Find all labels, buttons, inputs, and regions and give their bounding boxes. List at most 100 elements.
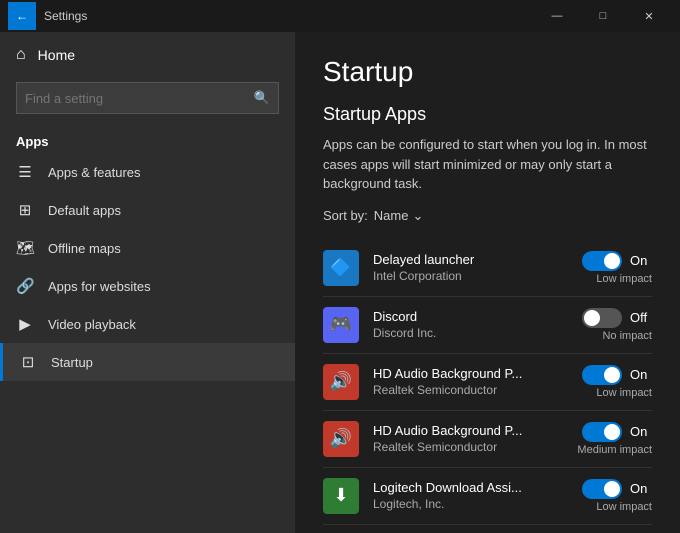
sort-by-label: Sort by: xyxy=(323,208,368,223)
video-playback-label: Video playback xyxy=(48,317,136,332)
app-info: Discord Discord Inc. xyxy=(373,309,552,340)
app-toggle-area: On Low impact xyxy=(552,365,652,399)
search-box[interactable]: 🔍 xyxy=(16,82,279,114)
home-label: Home xyxy=(38,47,75,63)
app-row: 🔊 HD Audio Background P... Realtek Semic… xyxy=(323,411,652,468)
app-info: HD Audio Background P... Realtek Semicon… xyxy=(373,366,552,397)
toggle-switch[interactable] xyxy=(582,365,622,385)
video-playback-icon: ▶ xyxy=(16,315,34,333)
sidebar-item-default-apps[interactable]: ⊞ Default apps xyxy=(0,191,295,229)
app-name: Logitech Download Assi... xyxy=(373,480,552,495)
toggle-switch[interactable] xyxy=(582,422,622,442)
sidebar: ⌂ Home 🔍 Apps ☰ Apps & features ⊞ Defaul… xyxy=(0,32,295,533)
app-toggle-area: On Low impact xyxy=(552,251,652,285)
search-input[interactable] xyxy=(25,91,254,106)
app-icon: 🔊 xyxy=(323,421,359,457)
section-title: Startup Apps xyxy=(323,104,652,125)
sidebar-item-offline-maps[interactable]: 🗺 Offline maps xyxy=(0,229,295,267)
apps-websites-label: Apps for websites xyxy=(48,279,151,294)
toggle-row: On xyxy=(582,251,652,271)
impact-label: No impact xyxy=(602,330,652,342)
toggle-thumb xyxy=(584,310,600,326)
toggle-switch[interactable] xyxy=(582,308,622,328)
sidebar-item-apps-features[interactable]: ☰ Apps & features xyxy=(0,153,295,191)
app-row: 🔷 Delayed launcher Intel Corporation On … xyxy=(323,240,652,297)
sidebar-item-apps-websites[interactable]: 🔗 Apps for websites xyxy=(0,267,295,305)
description-text: Apps can be configured to start when you… xyxy=(323,135,652,194)
sidebar-item-home[interactable]: ⌂ Home xyxy=(0,32,295,78)
app-company: Logitech, Inc. xyxy=(373,497,552,511)
back-button[interactable]: ← xyxy=(8,2,36,30)
app-company: Realtek Semiconductor xyxy=(373,440,552,454)
app-company: Realtek Semiconductor xyxy=(373,383,552,397)
toggle-row: On xyxy=(582,479,652,499)
sort-value: Name xyxy=(374,208,409,223)
app-name: Discord xyxy=(373,309,552,324)
apps-features-label: Apps & features xyxy=(48,165,141,180)
content-pane: Startup Startup Apps Apps can be configu… xyxy=(295,32,680,533)
window-controls: — □ ✕ xyxy=(534,0,672,32)
offline-maps-icon: 🗺 xyxy=(16,239,34,257)
app-row: ⬇ Logitech Download Assi... Logitech, In… xyxy=(323,468,652,525)
toggle-thumb xyxy=(604,481,620,497)
app-icon: ⬇ xyxy=(323,478,359,514)
app-info: Delayed launcher Intel Corporation xyxy=(373,252,552,283)
app-info: Logitech Download Assi... Logitech, Inc. xyxy=(373,480,552,511)
toggle-switch[interactable] xyxy=(582,251,622,271)
toggle-thumb xyxy=(604,424,620,440)
app-list: 🔷 Delayed launcher Intel Corporation On … xyxy=(323,240,652,533)
impact-label: Low impact xyxy=(596,273,652,285)
page-title: Startup xyxy=(323,56,652,88)
apps-websites-icon: 🔗 xyxy=(16,277,34,295)
minimize-button[interactable]: — xyxy=(534,0,580,32)
sort-chevron-icon: ⌄ xyxy=(412,208,423,224)
toggle-label: On xyxy=(630,367,652,382)
main-layout: ⌂ Home 🔍 Apps ☰ Apps & features ⊞ Defaul… xyxy=(0,32,680,533)
app-row: 🔊 HD Audio Background P... Realtek Semic… xyxy=(323,354,652,411)
app-name: HD Audio Background P... xyxy=(373,366,552,381)
app-row: ☁ Microsoft OneDrive Off xyxy=(323,525,652,533)
app-toggle-area: On Medium impact xyxy=(552,422,652,456)
startup-label: Startup xyxy=(51,355,93,370)
impact-label: Low impact xyxy=(596,387,652,399)
default-apps-label: Default apps xyxy=(48,203,121,218)
apps-section-label: Apps xyxy=(0,126,295,153)
impact-label: Low impact xyxy=(596,501,652,513)
toggle-switch[interactable] xyxy=(582,479,622,499)
maximize-button[interactable]: □ xyxy=(580,0,626,32)
toggle-label: On xyxy=(630,424,652,439)
sidebar-item-video-playback[interactable]: ▶ Video playback xyxy=(0,305,295,343)
app-icon: 🔷 xyxy=(323,250,359,286)
toggle-row: On xyxy=(582,365,652,385)
close-button[interactable]: ✕ xyxy=(626,0,672,32)
window-title: Settings xyxy=(44,9,534,23)
toggle-label: On xyxy=(630,253,652,268)
home-icon: ⌂ xyxy=(16,46,26,64)
apps-features-icon: ☰ xyxy=(16,163,34,181)
back-icon: ← xyxy=(16,9,28,23)
app-info: HD Audio Background P... Realtek Semicon… xyxy=(373,423,552,454)
search-icon: 🔍 xyxy=(254,90,270,106)
app-toggle-area: Off No impact xyxy=(552,308,652,342)
offline-maps-label: Offline maps xyxy=(48,241,121,256)
default-apps-icon: ⊞ xyxy=(16,201,34,219)
app-icon: 🔊 xyxy=(323,364,359,400)
app-company: Intel Corporation xyxy=(373,269,552,283)
toggle-label: On xyxy=(630,481,652,496)
sort-row: Sort by: Name ⌄ xyxy=(323,208,652,224)
toggle-thumb xyxy=(604,253,620,269)
toggle-row: Off xyxy=(582,308,652,328)
app-name: HD Audio Background P... xyxy=(373,423,552,438)
sort-selector[interactable]: Name ⌄ xyxy=(374,208,424,224)
app-name: Delayed launcher xyxy=(373,252,552,267)
sidebar-item-startup[interactable]: ⊡ Startup xyxy=(0,343,295,381)
app-row: 🎮 Discord Discord Inc. Off No impact xyxy=(323,297,652,354)
app-company: Discord Inc. xyxy=(373,326,552,340)
titlebar: ← Settings — □ ✕ xyxy=(0,0,680,32)
app-icon: 🎮 xyxy=(323,307,359,343)
startup-icon: ⊡ xyxy=(19,353,37,371)
app-toggle-area: On Low impact xyxy=(552,479,652,513)
toggle-label: Off xyxy=(630,310,652,325)
toggle-row: On xyxy=(582,422,652,442)
toggle-thumb xyxy=(604,367,620,383)
